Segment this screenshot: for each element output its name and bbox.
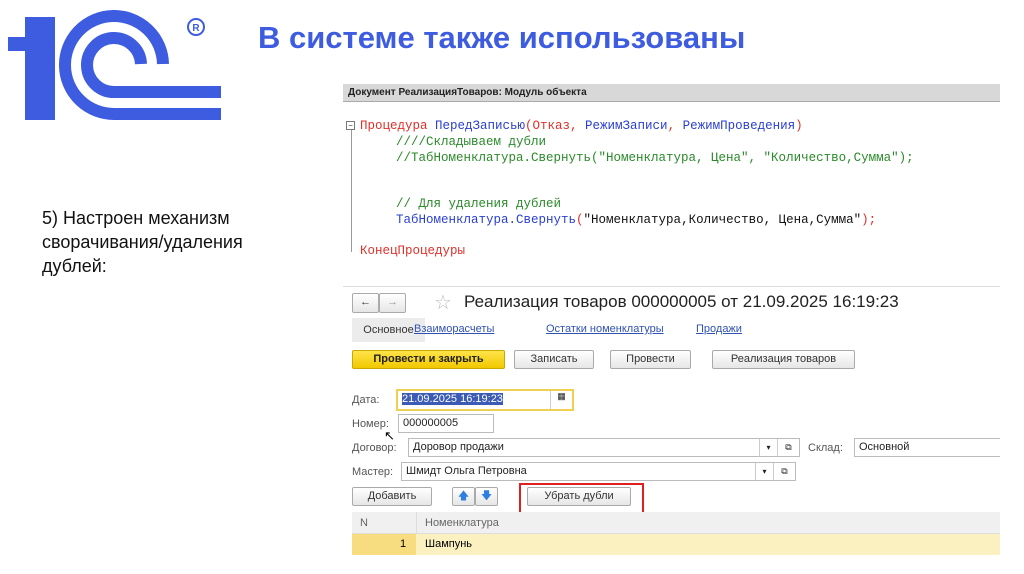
master-label: Мастер: xyxy=(352,466,394,478)
table-row[interactable]: 1 Шампунь xyxy=(352,534,1000,555)
slide-title: В системе также использованы xyxy=(258,20,746,55)
open-icon[interactable]: ⧉ xyxy=(773,463,795,480)
number-field[interactable]: 000000005 xyxy=(398,414,494,433)
code-line: КонецПроцедуры xyxy=(360,244,466,258)
contract-label: Договор: xyxy=(352,442,397,454)
table-header: N Номенклатура xyxy=(352,512,1000,534)
tab-sales[interactable]: Продажи xyxy=(696,323,742,335)
code-window-title: Документ РеализацияТоваров: Модуль объек… xyxy=(343,84,1000,102)
fold-toggle-icon[interactable]: − xyxy=(346,121,355,130)
warehouse-label: Склад: xyxy=(808,442,843,454)
post-button[interactable]: Провести xyxy=(610,350,691,369)
open-icon[interactable]: ⧉ xyxy=(777,439,799,456)
date-label: Дата: xyxy=(352,394,380,406)
dropdown-icon[interactable]: ▾ xyxy=(759,439,777,456)
favorite-star-icon[interactable]: ☆ xyxy=(434,290,452,315)
move-up-button[interactable]: 🡅 xyxy=(452,487,475,506)
warehouse-field[interactable]: Основной xyxy=(854,438,1000,457)
code-line: ТабНоменклатура.Свернуть("Номенклатура,К… xyxy=(396,213,877,227)
master-field[interactable]: Шмидт Ольга Петровна ▾ ⧉ xyxy=(401,462,796,481)
tab-settlements[interactable]: Взаиморасчеты xyxy=(414,323,494,335)
contract-field[interactable]: Доровор продажи ▾ ⧉ xyxy=(408,438,800,457)
sales-report-button[interactable]: Реализация товаров xyxy=(712,350,855,369)
form-title: Реализация товаров 000000005 от 21.09.20… xyxy=(464,292,899,311)
post-and-close-button[interactable]: Провести и закрыть xyxy=(352,350,505,369)
add-button[interactable]: Добавить xyxy=(352,487,432,506)
remove-duplicates-button[interactable]: Убрать дубли xyxy=(527,487,631,506)
dropdown-icon[interactable]: ▾ xyxy=(755,463,773,480)
svg-text:R: R xyxy=(192,23,200,34)
cell-n: 1 xyxy=(400,538,407,550)
slide-note: 5) Настроен механизм сворачивания/удален… xyxy=(42,208,243,276)
cell-item: Шампунь xyxy=(425,538,473,550)
column-header-n: N xyxy=(360,517,368,529)
forward-button[interactable]: → xyxy=(379,293,406,313)
logo-1c: R xyxy=(8,10,221,121)
back-button[interactable]: ← xyxy=(352,293,379,313)
calendar-icon[interactable]: ▦ xyxy=(550,391,572,409)
column-header-item: Номенклатура xyxy=(425,517,499,529)
code-line: // Для удаления дублей xyxy=(396,197,562,211)
date-field[interactable]: 21.09.2025 16:19:23 ▦ xyxy=(396,389,574,411)
fold-line xyxy=(351,130,352,252)
move-down-button[interactable]: 🡇 xyxy=(475,487,498,506)
code-line: Процедура ПередЗаписью(Отказ, РежимЗапис… xyxy=(360,119,803,133)
code-line: ////Складываем дубли xyxy=(396,135,547,149)
code-line: //ТабНоменклатура.Свернуть("Номенклатура… xyxy=(396,151,914,165)
save-button[interactable]: Записать xyxy=(514,350,594,369)
tab-stock[interactable]: Остатки номенклатуры xyxy=(546,323,664,335)
